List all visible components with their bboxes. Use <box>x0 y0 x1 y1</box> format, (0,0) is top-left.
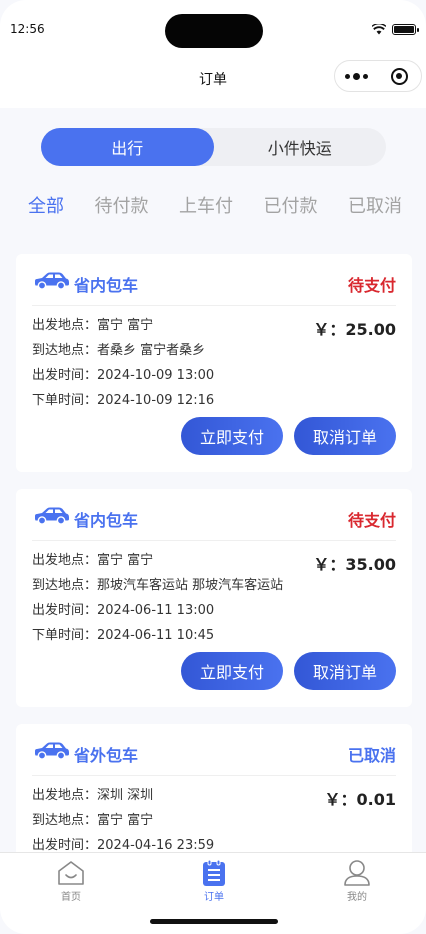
tabbar-label: 首页 <box>61 892 81 903</box>
order-card-header: 省内包车 待支付 <box>32 489 396 541</box>
tabbar-orders[interactable]: 订单 <box>174 859 254 903</box>
order-card-body: 出发地点：富宁 富宁 到达地点：者桑乡 富宁者桑乡 出发时间：2024-10-0… <box>32 306 396 417</box>
car-icon <box>35 507 69 525</box>
order-card[interactable]: 省内包车 待支付 出发地点：富宁 富宁 到达地点：那坡汽车客运站 那坡汽车客运站… <box>16 489 412 707</box>
order-actions: 立即支付 取消订单 <box>181 417 396 455</box>
depart-time: 出发时间：2024-10-09 13:00 <box>32 368 215 383</box>
status-icons <box>372 24 419 35</box>
depart-time: 出发时间：2024-06-11 13:00 <box>32 603 215 618</box>
cancel-order-button[interactable]: 取消订单 <box>294 417 396 455</box>
order-card-body: 出发地点：深圳 深圳 到达地点：富宁 富宁 出发时间：2024-04-16 23… <box>32 776 396 862</box>
order-card[interactable]: 省内包车 待支付 出发地点：富宁 富宁 到达地点：者桑乡 富宁者桑乡 出发时间：… <box>16 254 412 472</box>
header-divider <box>0 98 426 108</box>
tab-cancelled[interactable]: 已取消 <box>340 192 410 218</box>
order-filter-tabs: 全部 待付款 上车付 已付款 已取消 <box>20 192 410 218</box>
order-time: 下单时间：2024-10-09 12:16 <box>32 393 215 408</box>
profile-icon <box>344 860 370 886</box>
phone-screen: 12:56 订单 出行 小件快运 全部 待付款 上车付 已付款 已取消 省内包车… <box>0 0 426 934</box>
camera-notch <box>165 14 263 48</box>
order-type: 省内包车 <box>74 511 139 530</box>
order-actions: 立即支付 取消订单 <box>181 652 396 690</box>
order-price: ￥：35.00 <box>313 555 396 574</box>
order-card-body: 出发地点：富宁 富宁 到达地点：那坡汽车客运站 那坡汽车客运站 出发时间：202… <box>32 541 396 652</box>
tabbar-label: 我的 <box>347 892 367 903</box>
more-menu-icon[interactable] <box>335 72 378 80</box>
mini-program-capsule <box>334 60 422 92</box>
pay-now-button[interactable]: 立即支付 <box>181 417 283 455</box>
tabbar-home[interactable]: 首页 <box>31 859 111 903</box>
segment-parcel[interactable]: 小件快运 <box>214 128 387 166</box>
segment-travel[interactable]: 出行 <box>41 128 214 166</box>
order-type: 省外包车 <box>74 746 139 765</box>
tab-all[interactable]: 全部 <box>20 192 72 218</box>
tab-pending-payment[interactable]: 待付款 <box>87 192 157 218</box>
pay-now-button[interactable]: 立即支付 <box>181 652 283 690</box>
battery-icon <box>392 24 419 35</box>
car-icon <box>35 272 69 290</box>
wifi-icon <box>372 24 386 35</box>
tabbar-profile[interactable]: 我的 <box>317 859 397 903</box>
order-price: ￥：0.01 <box>324 790 396 809</box>
order-price: ￥：25.00 <box>313 320 396 339</box>
home-icon <box>58 861 84 885</box>
order-list-icon <box>203 859 225 886</box>
tabbar-label: 订单 <box>204 892 224 903</box>
order-status: 待支付 <box>347 511 396 530</box>
close-mini-program-icon[interactable] <box>378 67 421 85</box>
nav-bar: 订单 <box>0 58 426 98</box>
cancel-order-button[interactable]: 取消订单 <box>294 652 396 690</box>
arrive-place: 到达地点：者桑乡 富宁者桑乡 <box>32 343 206 358</box>
order-card-header: 省外包车 已取消 <box>32 724 396 776</box>
tab-pay-on-board[interactable]: 上车付 <box>171 192 241 218</box>
tab-paid[interactable]: 已付款 <box>256 192 326 218</box>
car-icon <box>35 742 69 760</box>
order-type: 省内包车 <box>74 276 139 295</box>
order-status: 已取消 <box>347 746 396 765</box>
arrive-place: 到达地点：富宁 富宁 <box>32 813 154 828</box>
service-segment: 出行 小件快运 <box>41 128 386 166</box>
order-status: 待支付 <box>347 276 396 295</box>
status-time: 12:56 <box>10 22 45 36</box>
status-bar: 12:56 <box>0 0 426 58</box>
home-indicator <box>150 919 278 924</box>
arrive-place: 到达地点：那坡汽车客运站 那坡汽车客运站 <box>32 578 284 593</box>
order-time: 下单时间：2024-06-11 10:45 <box>32 628 215 643</box>
order-card-header: 省内包车 待支付 <box>32 254 396 306</box>
